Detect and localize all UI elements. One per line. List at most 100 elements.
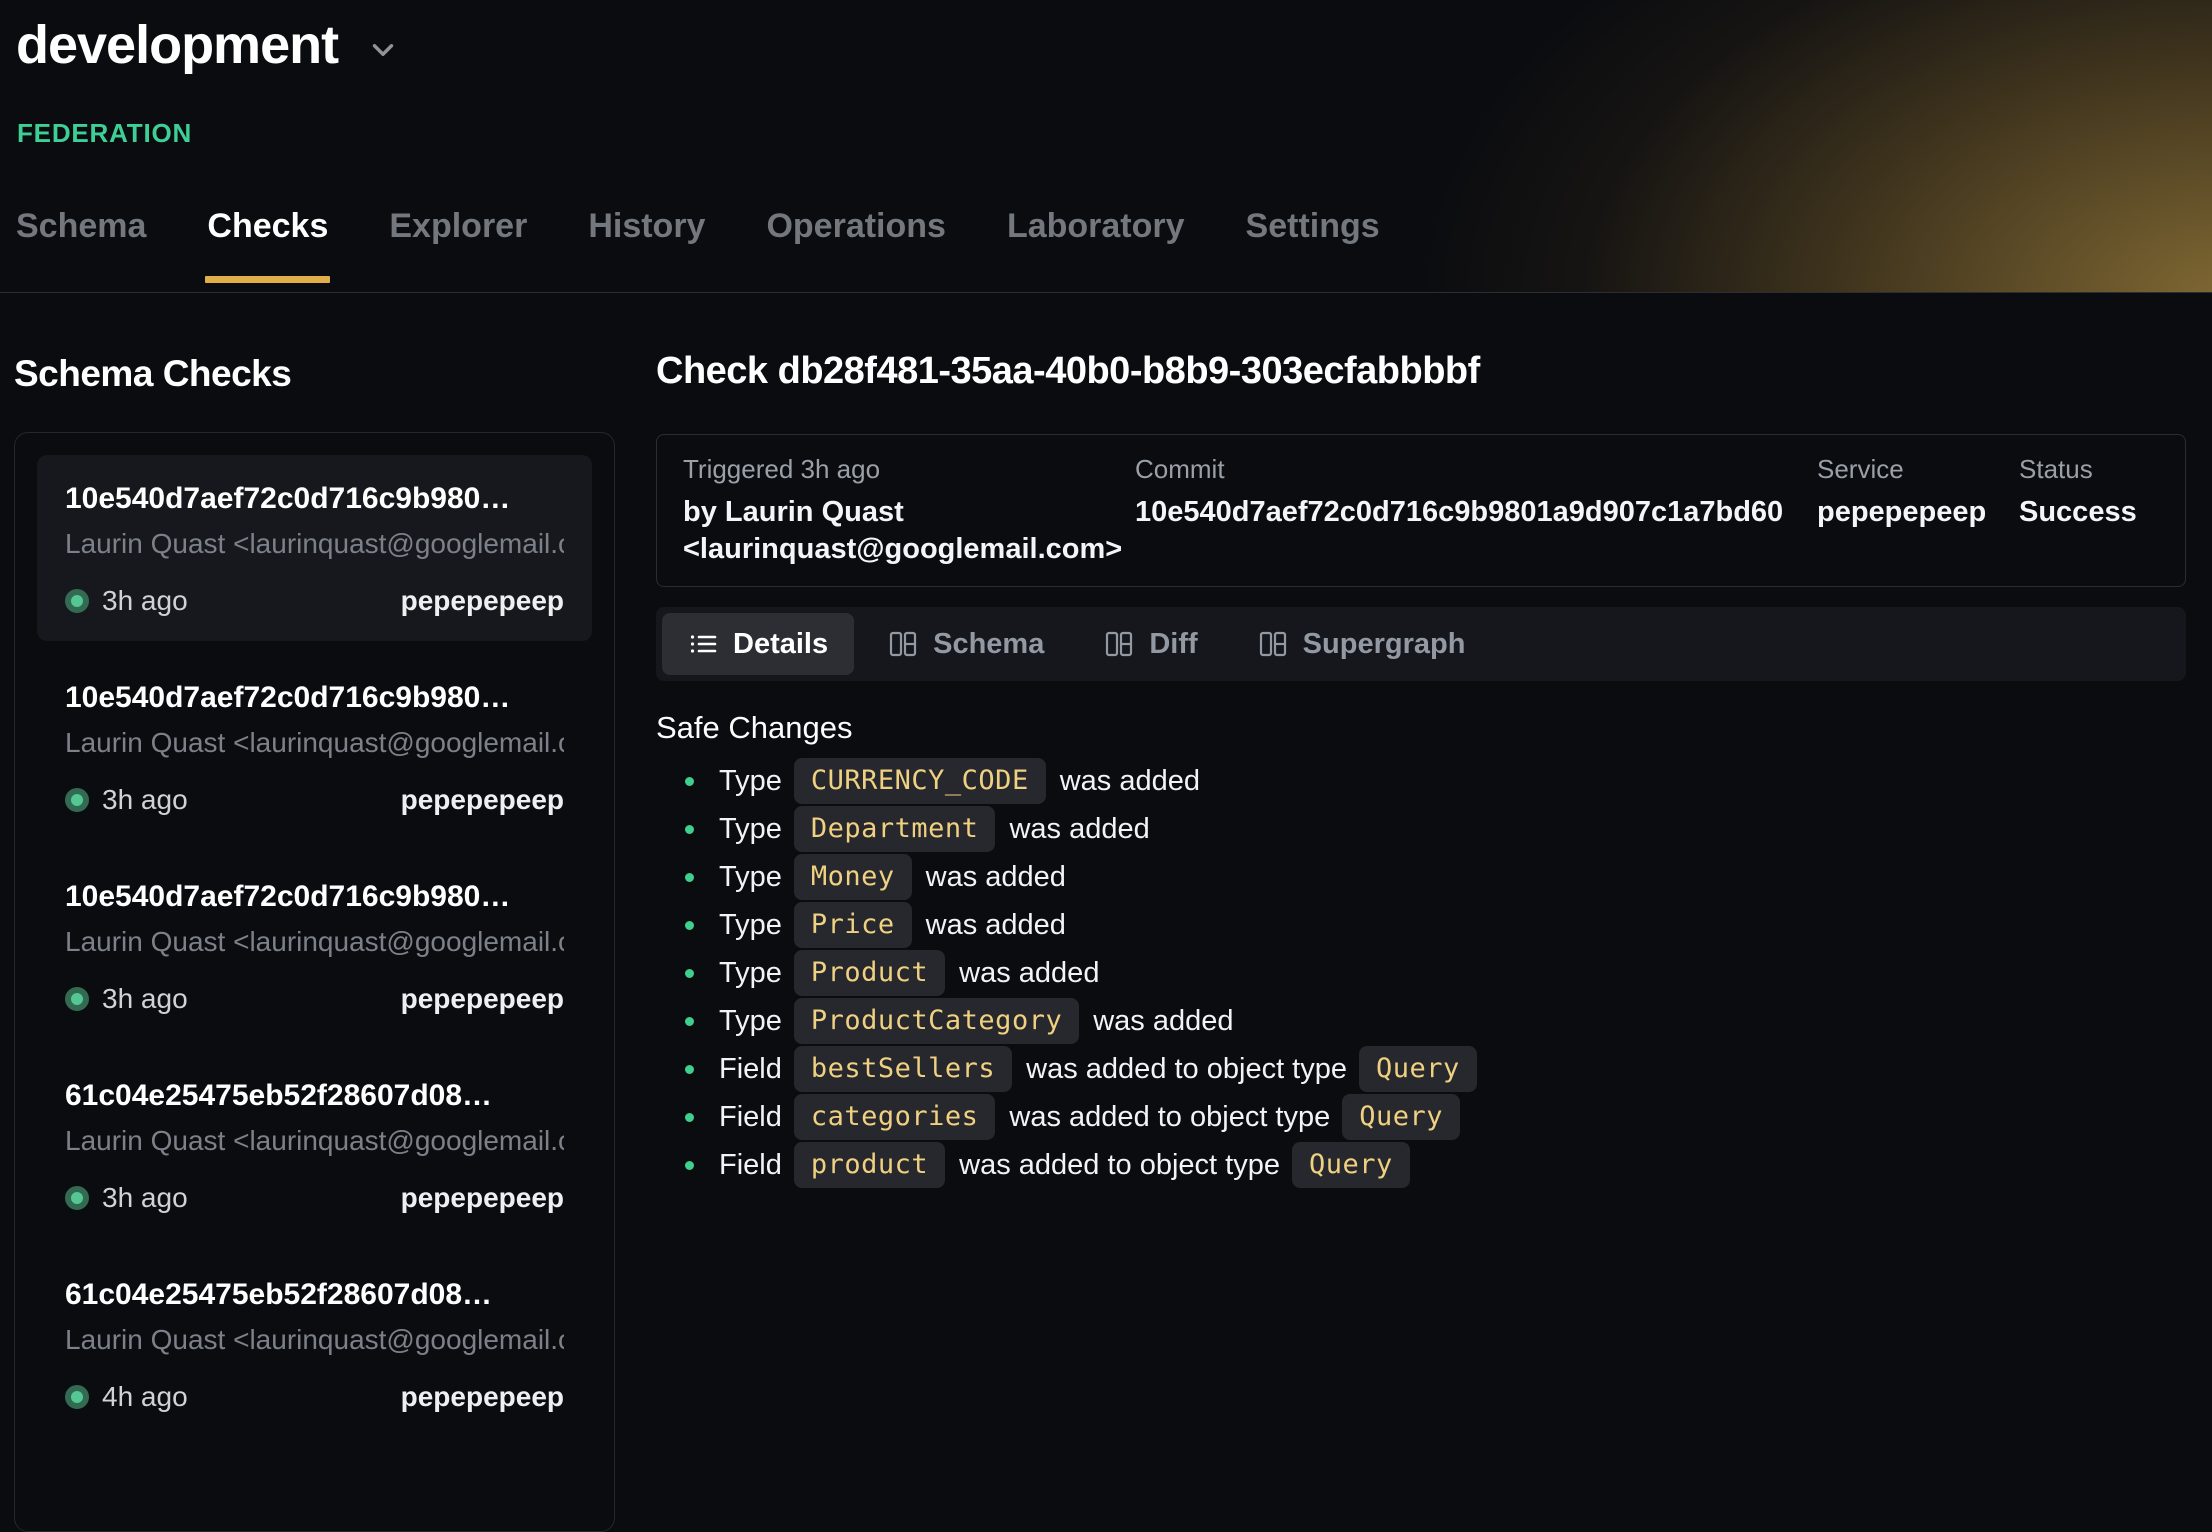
triggered-column: Triggered 3h ago by Laurin Quast <laurin… [683,453,1135,568]
check-time: 3h ago [102,983,188,1015]
check-list-item[interactable]: 10e540d7aef72c0d716c9b980… Laurin Quast … [37,455,592,641]
check-meta-row: 3h ago pepepepeep [65,784,564,816]
change-item: Type Department was added [685,805,2186,853]
check-author: Laurin Quast <laurinquast@googlemail.co… [65,527,564,561]
detail-tab-supergraph[interactable]: Supergraph [1232,613,1492,675]
change-item: Field categories was added to object typ… [685,1093,2186,1141]
federation-badge: FEDERATION [17,118,2212,149]
success-dot-icon [65,589,89,613]
detail-tab-label: Supergraph [1303,628,1466,661]
check-list: 10e540d7aef72c0d716c9b980… Laurin Quast … [14,432,615,1532]
bullet-dot-icon [685,1113,694,1122]
check-meta-row: 3h ago pepepepeep [65,1182,564,1214]
check-time: 4h ago [102,1381,188,1413]
change-suffix: was added to object type [1009,1101,1330,1134]
change-kind: Type [719,909,782,942]
success-dot-icon [65,987,89,1011]
check-author: Laurin Quast <laurinquast@googlemail.co… [65,1124,564,1158]
tab-settings[interactable]: Settings [1244,207,1382,292]
tab-laboratory[interactable]: Laboratory [1005,207,1187,292]
change-suffix: was added [1093,1005,1233,1038]
safe-changes-title: Safe Changes [656,709,2186,747]
schema-checks-title: Schema Checks [14,352,615,396]
bullet-dot-icon [685,1161,694,1170]
change-code: categories [794,1094,996,1140]
change-code: ProductCategory [794,998,1079,1044]
chevron-down-icon[interactable] [366,33,400,72]
change-target-code: Query [1292,1142,1410,1188]
check-service: pepepepeep [401,784,564,816]
bullet-dot-icon [685,1017,694,1026]
check-detail-panel: Check db28f481-35aa-40b0-b8b9-303ecfabbb… [656,348,2186,1189]
tab-checks[interactable]: Checks [205,207,330,292]
change-code: Price [794,902,912,948]
change-code: Department [794,806,996,852]
check-author: Laurin Quast <laurinquast@googlemail.co… [65,925,564,959]
detail-tab-diff[interactable]: Diff [1078,613,1223,675]
bullet-dot-icon [685,873,694,882]
columns-icon [1258,629,1288,659]
columns-icon [1104,629,1134,659]
change-kind: Type [719,765,782,798]
check-meta-row: 3h ago pepepepeep [65,585,564,617]
schema-checks-panel: Schema Checks 10e540d7aef72c0d716c9b980…… [14,352,615,1532]
check-id: 10e540d7aef72c0d716c9b980… [65,481,564,517]
change-item: Type CURRENCY_CODE was added [685,757,2186,805]
check-service: pepepepeep [401,585,564,617]
status-value: Success [2019,494,2159,531]
check-list-item[interactable]: 10e540d7aef72c0d716c9b980… Laurin Quast … [37,654,592,840]
tab-operations[interactable]: Operations [764,207,947,292]
change-item: Type Money was added [685,853,2186,901]
change-item: Type Price was added [685,901,2186,949]
check-meta-row: 3h ago pepepepeep [65,983,564,1015]
check-author: Laurin Quast <laurinquast@googlemail.co… [65,1323,564,1357]
detail-tab-details[interactable]: Details [662,613,854,675]
tab-schema[interactable]: Schema [14,207,148,292]
commit-column: Commit 10e540d7aef72c0d716c9b9801a9d907c… [1135,453,1817,568]
check-service: pepepepeep [401,983,564,1015]
change-code: product [794,1142,945,1188]
change-item: Field bestSellers was added to object ty… [685,1045,2186,1093]
change-kind: Field [719,1149,782,1182]
success-dot-icon [65,1186,89,1210]
check-list-item[interactable]: 61c04e25475eb52f28607d08… Laurin Quast <… [37,1052,592,1238]
change-kind: Type [719,813,782,846]
change-item: Type Product was added [685,949,2186,997]
project-title-row: development [0,0,2212,78]
commit-hash: 10e540d7aef72c0d716c9b9801a9d907c1a7bd60 [1135,494,1817,531]
check-id: 61c04e25475eb52f28607d08… [65,1277,564,1313]
check-meta-row: 4h ago pepepepeep [65,1381,564,1413]
check-time: 3h ago [102,1182,188,1214]
check-time: 3h ago [102,585,188,617]
tab-history[interactable]: History [586,207,707,292]
page-header: development FEDERATION Schema Checks Exp… [0,0,2212,293]
check-service: pepepepeep [401,1182,564,1214]
change-target-code: Query [1359,1046,1477,1092]
check-id: 10e540d7aef72c0d716c9b980… [65,879,564,915]
bullet-dot-icon [685,969,694,978]
change-kind: Type [719,1005,782,1038]
change-suffix: was added to object type [959,1149,1280,1182]
service-name: pepepepeep [1817,494,2019,531]
detail-tab-schema[interactable]: Schema [862,613,1070,675]
check-list-item[interactable]: 10e540d7aef72c0d716c9b980… Laurin Quast … [37,853,592,1039]
change-item: Field product was added to object type Q… [685,1141,2186,1189]
change-target-code: Query [1342,1094,1460,1140]
detail-tab-label: Details [733,628,828,661]
success-dot-icon [65,1385,89,1409]
check-time: 3h ago [102,784,188,816]
change-code: Money [794,854,912,900]
change-code: bestSellers [794,1046,1012,1092]
change-kind: Field [719,1101,782,1134]
status-label: Status [2019,453,2159,485]
columns-icon [888,629,918,659]
triggered-by-line2: <laurinquast@googlemail.com> [683,531,1135,568]
tab-explorer[interactable]: Explorer [387,207,529,292]
change-item: Type ProductCategory was added [685,997,2186,1045]
change-code: CURRENCY_CODE [794,758,1046,804]
service-label: Service [1817,453,2019,485]
change-suffix: was added [926,909,1066,942]
bullet-dot-icon [685,777,694,786]
check-list-item[interactable]: 61c04e25475eb52f28607d08… Laurin Quast <… [37,1251,592,1437]
detail-tab-label: Diff [1149,628,1197,661]
